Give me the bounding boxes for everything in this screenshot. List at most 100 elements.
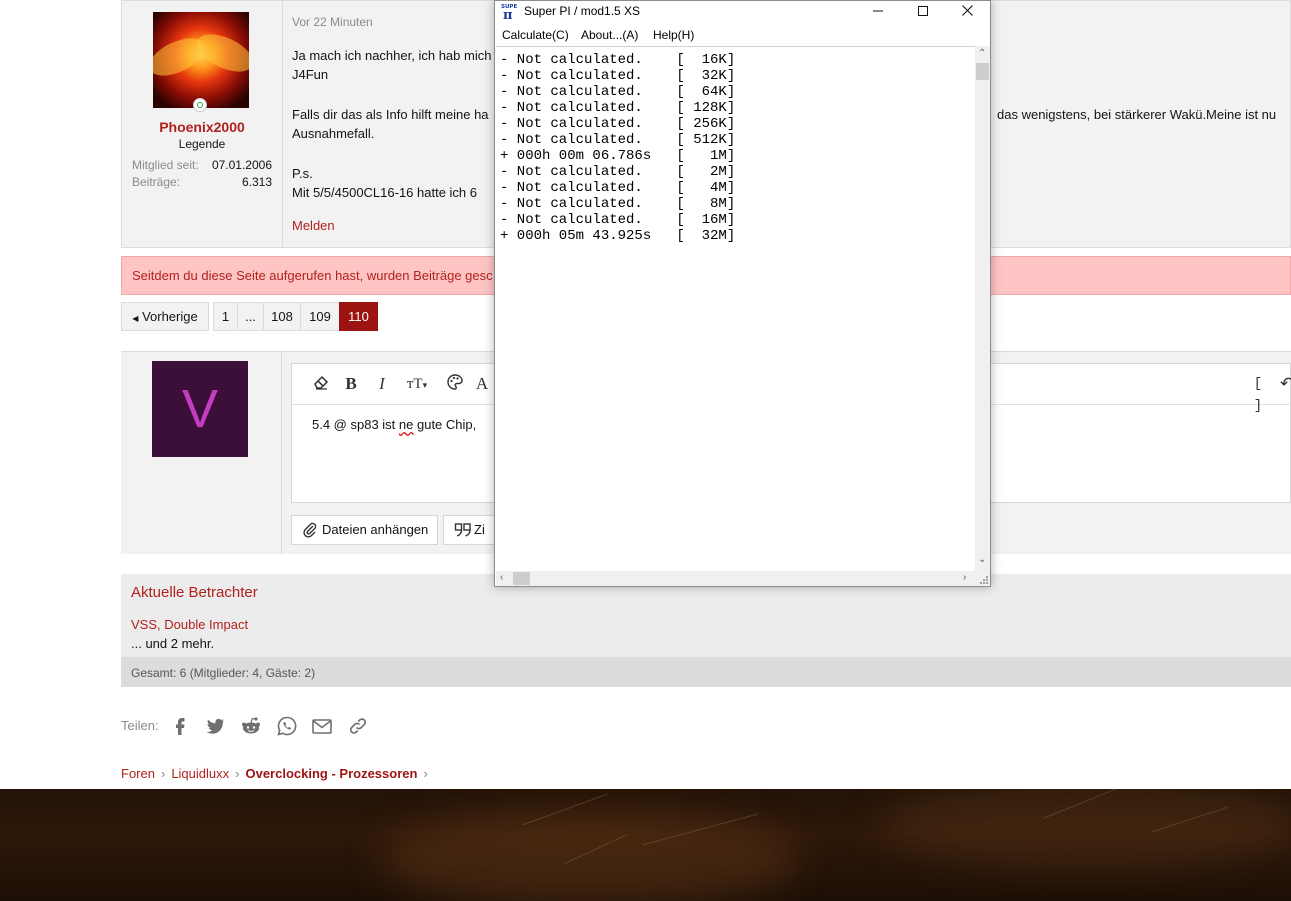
- pagination-page[interactable]: 109: [300, 302, 340, 331]
- maximize-button[interactable]: [900, 1, 945, 21]
- pagination-page-current[interactable]: 110: [339, 302, 378, 331]
- result-line: - Not calculated. [ 128K]: [500, 100, 736, 116]
- viewers-title[interactable]: Aktuelle Betrachter: [131, 584, 258, 601]
- breadcrumb-item-current[interactable]: Overclocking - Prozessoren: [245, 766, 417, 781]
- posts-label: Beiträge:: [132, 175, 181, 189]
- svg-text:π: π: [503, 8, 513, 20]
- user-title: Legende: [178, 137, 226, 151]
- report-link[interactable]: Melden: [292, 218, 335, 233]
- misspelled-word: ne: [398, 417, 414, 432]
- minimize-button[interactable]: [855, 1, 900, 21]
- viewers-total: Gesamt: 6 (Mitglieder: 4, Gäste: 2): [121, 657, 1291, 687]
- result-line: + 000h 00m 06.786s [ 1M]: [500, 148, 736, 164]
- pagination-page[interactable]: 1: [213, 302, 238, 331]
- vertical-scrollbar[interactable]: ⌃ ⌄: [975, 46, 990, 571]
- post-user-panel: Phoenix2000 Legende Mitglied seit: 07.01…: [122, 1, 283, 247]
- chevron-right-icon: ›: [160, 766, 166, 781]
- resize-grip-icon[interactable]: [975, 571, 990, 586]
- share-label: Teilen:: [121, 718, 159, 733]
- eraser-icon[interactable]: [310, 373, 332, 395]
- caret-left-icon: ◀: [132, 314, 139, 323]
- quote-label: Zi: [474, 522, 485, 537]
- attach-files-button[interactable]: Dateien anhängen: [291, 515, 438, 545]
- font-size-icon[interactable]: тT▾: [400, 373, 434, 395]
- breadcrumb: Foren › Liquidluxx › Overclocking - Prozesso…: [121, 766, 434, 781]
- results-lines: - Not calculated. [ 16K] - Not calculated…: [500, 52, 735, 244]
- page-background: [0, 789, 1291, 901]
- scroll-up-icon[interactable]: ⌃: [978, 48, 986, 59]
- pagination-ellipsis[interactable]: ...: [237, 302, 264, 331]
- quote-icon: [454, 516, 472, 548]
- palette-icon[interactable]: [444, 373, 466, 395]
- result-line: - Not calculated. [ 512K]: [500, 132, 736, 148]
- pagination-prev-button[interactable]: ◀ Vorherige: [121, 302, 209, 331]
- font-icon[interactable]: A: [472, 373, 492, 395]
- result-line: - Not calculated. [ 16K]: [500, 52, 736, 68]
- result-line: - Not calculated. [ 2M]: [500, 164, 736, 180]
- window-title: Super PI / mod1.5 XS: [524, 4, 641, 18]
- facebook-icon[interactable]: [169, 715, 191, 737]
- whatsapp-icon[interactable]: [276, 715, 298, 737]
- email-icon[interactable]: [311, 715, 333, 737]
- reddit-icon[interactable]: [240, 715, 262, 737]
- italic-icon[interactable]: I: [373, 373, 391, 395]
- twitter-icon[interactable]: [204, 715, 226, 737]
- editor-text-part: 5.4 @ sp83 ist: [312, 417, 399, 432]
- result-line: - Not calculated. [ 4M]: [500, 180, 736, 196]
- post-text-line: Ja mach ich nachher, ich hab mich: [292, 48, 492, 63]
- close-button[interactable]: [945, 1, 990, 21]
- viewers-list[interactable]: VSS, Double Impact: [131, 617, 248, 632]
- horizontal-scrollbar[interactable]: ‹ ›: [496, 571, 975, 586]
- bold-icon[interactable]: B: [342, 373, 360, 395]
- avatar[interactable]: [153, 12, 249, 108]
- scroll-thumb[interactable]: [513, 572, 530, 585]
- editor-text[interactable]: 5.4 @ sp83 ist ne gute Chip,: [312, 417, 476, 432]
- current-viewers: Aktuelle Betrachter VSS, Double Impact .…: [121, 574, 1291, 687]
- avatar[interactable]: V: [152, 361, 248, 457]
- post-text-line: Ausnahmefall.: [292, 126, 375, 141]
- scroll-right-icon[interactable]: ›: [963, 572, 966, 583]
- result-line: - Not calculated. [ 256K]: [500, 116, 736, 132]
- online-status-icon: [193, 98, 207, 112]
- scroll-left-icon[interactable]: ‹: [500, 572, 503, 583]
- scroll-thumb[interactable]: [976, 63, 989, 80]
- breadcrumb-item[interactable]: Foren: [121, 766, 155, 781]
- editor-text-part: gute Chip,: [413, 417, 477, 432]
- post-text-line: Falls dir das als Info hilft meine ha: [292, 107, 489, 122]
- result-line: - Not calculated. [ 16M]: [500, 212, 736, 228]
- pagination-page[interactable]: 108: [263, 302, 301, 331]
- result-line: - Not calculated. [ 8M]: [500, 196, 736, 212]
- menu-calculate[interactable]: Calculate(C): [502, 28, 569, 42]
- result-line: - Not calculated. [ 32K]: [500, 68, 736, 84]
- scroll-down-icon[interactable]: ⌄: [978, 554, 986, 565]
- viewers-more: ... und 2 mehr.: [131, 636, 215, 651]
- window-titlebar[interactable]: SUPERπ Super PI / mod1.5 XS: [495, 1, 990, 23]
- superpi-window[interactable]: SUPERπ Super PI / mod1.5 XS Calculate(C)…: [494, 0, 991, 587]
- post-text-line: J4Fun: [292, 67, 329, 82]
- menu-about[interactable]: About...(A): [581, 28, 638, 42]
- result-line: - Not calculated. [ 64K]: [500, 84, 736, 100]
- superpi-app-icon: SUPERπ: [501, 2, 522, 23]
- post-time[interactable]: Vor 22 Minuten: [292, 15, 373, 29]
- reply-user-panel: V: [121, 352, 282, 554]
- joined-label: Mitglied seit:: [132, 158, 199, 172]
- result-line: + 000h 05m 43.925s [ 32M]: [500, 228, 736, 244]
- window-menubar: Calculate(C) About...(A) Help(H): [495, 25, 990, 45]
- menu-help[interactable]: Help(H): [653, 28, 694, 42]
- attach-files-label: Dateien anhängen: [322, 522, 429, 537]
- post-text-line: P.s.: [292, 166, 313, 181]
- chevron-right-icon: ›: [235, 766, 240, 781]
- username[interactable]: Phoenix2000: [122, 119, 282, 135]
- post-text-line: Mit 5/5/4500CL16-16 hatte ich 6: [292, 185, 478, 200]
- brackets-icon[interactable]: [ ]: [1247, 373, 1269, 414]
- posts-value: 6.313: [241, 175, 272, 189]
- link-icon[interactable]: [347, 715, 369, 737]
- breadcrumb-item[interactable]: Liquidluxx: [171, 766, 229, 781]
- joined-value: 07.01.2006: [211, 158, 272, 172]
- results-output[interactable]: - Not calculated. [ 16K] - Not calculated…: [496, 46, 975, 572]
- chevron-right-icon: ›: [423, 766, 428, 781]
- post-text-line: das wenigstens, bei stärkerer Wakü.Meine…: [997, 107, 1277, 122]
- undo-icon[interactable]: ↶: [1280, 373, 1291, 395]
- paperclip-icon: [302, 516, 318, 548]
- pagination-prev-label: Vorherige: [142, 309, 198, 324]
